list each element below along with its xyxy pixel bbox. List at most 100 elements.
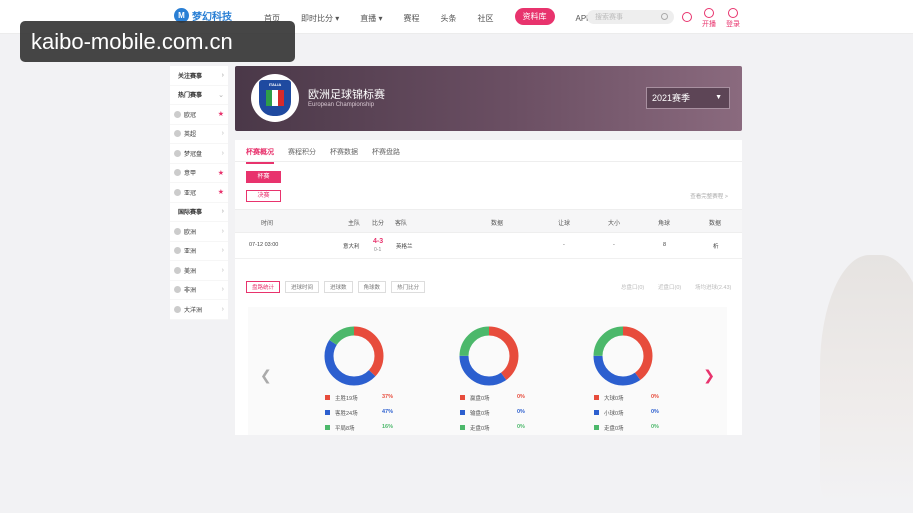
stat-tab-hot-scores[interactable]: 热门比分: [391, 281, 426, 293]
legend-percent: 0%: [517, 409, 525, 415]
sidebar-item[interactable]: 美洲 ›: [170, 261, 228, 281]
match-score[interactable]: 4-3: [373, 238, 383, 245]
away-team[interactable]: 英格兰: [396, 242, 413, 250]
legend-label: 走盘0场: [604, 426, 624, 432]
stat-tab-goals[interactable]: 进球数: [324, 281, 353, 293]
sidebar-item[interactable]: 欧洲 ›: [170, 222, 228, 242]
live-label: 开播: [702, 21, 716, 28]
col-away: 客队: [395, 221, 408, 227]
legend-percent: 47%: [382, 409, 394, 415]
match-time: 07-12 03:00: [249, 242, 279, 248]
league-icon: [174, 247, 181, 255]
sidebar-item[interactable]: 梦冠盘 ›: [170, 144, 228, 164]
nav-database[interactable]: 资料库: [514, 8, 555, 25]
chart-legend: 大球0场 0% 小球0场 0% 走盘0场 0%: [594, 394, 664, 439]
sidebar-item-label: 英超: [184, 132, 197, 139]
col-score: 比分: [372, 221, 385, 227]
donut-chart: [459, 326, 519, 386]
match-table-header: 时间 主队 比分 客队 数据 让球 大小 角球 数据: [235, 209, 742, 233]
search-input[interactable]: 搜索赛事: [595, 12, 623, 22]
stat-tab-odds[interactable]: 盘路统计: [246, 281, 281, 293]
legend-entry: 主胜19场 37%: [325, 394, 395, 409]
legend-swatch: [460, 425, 465, 430]
col-data: 数据: [491, 221, 504, 227]
sidebar-item[interactable]: 非洲 ›: [170, 281, 228, 300]
league-icon: [174, 130, 181, 138]
emblem-text: ITALIA: [268, 82, 282, 87]
sidebar-item[interactable]: 国际赛事 ›: [170, 203, 228, 222]
legend-entry: 走盘0场 0%: [460, 424, 530, 439]
legend-label: 输盘0场: [470, 411, 490, 417]
stat-link-avg-goals[interactable]: 场均进球(2.43): [695, 283, 731, 291]
sidebar-item[interactable]: 亚冠 ★: [170, 183, 228, 203]
search-icon[interactable]: [661, 13, 668, 20]
full-schedule-link[interactable]: 查看完整赛程 >: [690, 192, 728, 200]
legend-swatch: [325, 425, 330, 430]
stat-link-total[interactable]: 总盘口(0): [621, 283, 644, 291]
sidebar-item-label: 关注赛事: [178, 73, 203, 80]
nav-community[interactable]: 社区: [478, 13, 494, 24]
sidebar-item[interactable]: 英超 ›: [170, 125, 228, 144]
total-value: -: [613, 242, 615, 248]
emblem-shield-icon: ITALIA: [259, 80, 291, 116]
legend-entry: 走盘0场 0%: [594, 424, 664, 439]
sidebar-item-label: 大洋洲: [184, 307, 203, 314]
league-icon: [174, 227, 181, 235]
sidebar-item[interactable]: 热门赛事 ⌄: [170, 86, 228, 105]
legend-entry: 赢盘0场 0%: [460, 394, 530, 409]
star-icon: ★: [217, 169, 224, 177]
nav-schedule[interactable]: 赛程: [404, 13, 420, 24]
main-nav: 首页 即时比分 ▾ 直播 ▾ 赛程 头条 社区 资料库 APP下载: [264, 8, 629, 25]
stats-carousel: ❮ ❯ 主胜19场 37% 客胜24场 47% 平局8场 16% 赢盘0场 0% 输盘0场 0% 走…: [248, 307, 727, 435]
sidebar-item[interactable]: 欧冠 ★: [170, 105, 228, 125]
stage-button-final[interactable]: 决赛: [246, 190, 281, 202]
corners-value: 8: [663, 242, 667, 248]
sidebar-item-label: 欧洲: [184, 229, 197, 236]
legend-entry: 客胜24场 47%: [325, 409, 395, 424]
sidebar-item[interactable]: 关注赛事 ›: [170, 66, 228, 86]
search-box[interactable]: 搜索赛事: [587, 10, 674, 24]
carousel-prev-icon[interactable]: ❮: [260, 367, 272, 384]
season-select[interactable]: 2021赛季 ▼: [646, 87, 730, 109]
nav-live-scores[interactable]: 即时比分 ▾: [301, 13, 339, 24]
chevron-icon: ›: [221, 266, 224, 274]
col-time: 时间: [261, 221, 274, 227]
sidebar-item-label: 意甲: [184, 171, 197, 178]
home-team[interactable]: 意大利: [343, 242, 360, 250]
login-button[interactable]: 登录: [726, 8, 740, 29]
legend-percent: 0%: [651, 424, 659, 430]
league-icon: [174, 188, 181, 196]
sidebar-item[interactable]: 意甲 ★: [170, 164, 228, 183]
legend-entry: 平局8场 16%: [325, 424, 395, 439]
legend-entry: 小球0场 0%: [594, 409, 664, 424]
messenger-button[interactable]: [682, 12, 692, 23]
login-label: 登录: [726, 21, 740, 28]
nav-live-stream[interactable]: 直播 ▾: [360, 13, 382, 24]
nav-headlines[interactable]: 头条: [441, 13, 457, 24]
live-button[interactable]: 开播: [702, 8, 716, 29]
table-row[interactable]: 07-12 03:00 意大利 4-3 0-1 英格兰 - - 8 析: [235, 233, 742, 259]
stat-tab-goal-time[interactable]: 进球时间: [285, 281, 320, 293]
stage-button-cup[interactable]: 杯赛: [246, 171, 281, 183]
league-icon: [174, 286, 181, 294]
league-icon: [174, 305, 181, 313]
live-icon: [704, 8, 714, 18]
carousel-next-icon[interactable]: ❯: [703, 367, 715, 384]
sidebar-item-label: 国际赛事: [178, 210, 203, 217]
chevron-icon: ›: [221, 247, 224, 255]
season-value: 2021赛季: [652, 93, 691, 103]
legend-entry: 大球0场 0%: [594, 394, 664, 409]
chevron-icon: ›: [221, 71, 224, 79]
sidebar-item[interactable]: 亚洲 ›: [170, 242, 228, 261]
stat-link-recent[interactable]: 近盘口(0): [658, 283, 681, 291]
stat-tab-corners[interactable]: 角球数: [357, 281, 387, 293]
league-icon: [174, 149, 181, 157]
tournament-title: 欧洲足球锦标赛: [308, 89, 385, 101]
tournament-subtitle: European Championship: [308, 102, 375, 108]
analysis-link[interactable]: 析: [713, 242, 719, 250]
legend-swatch: [594, 395, 599, 400]
chevron-icon: ›: [221, 130, 224, 138]
legend-swatch: [594, 425, 599, 430]
legend-swatch: [460, 410, 465, 415]
sidebar-item[interactable]: 大洋洲 ›: [170, 300, 228, 320]
